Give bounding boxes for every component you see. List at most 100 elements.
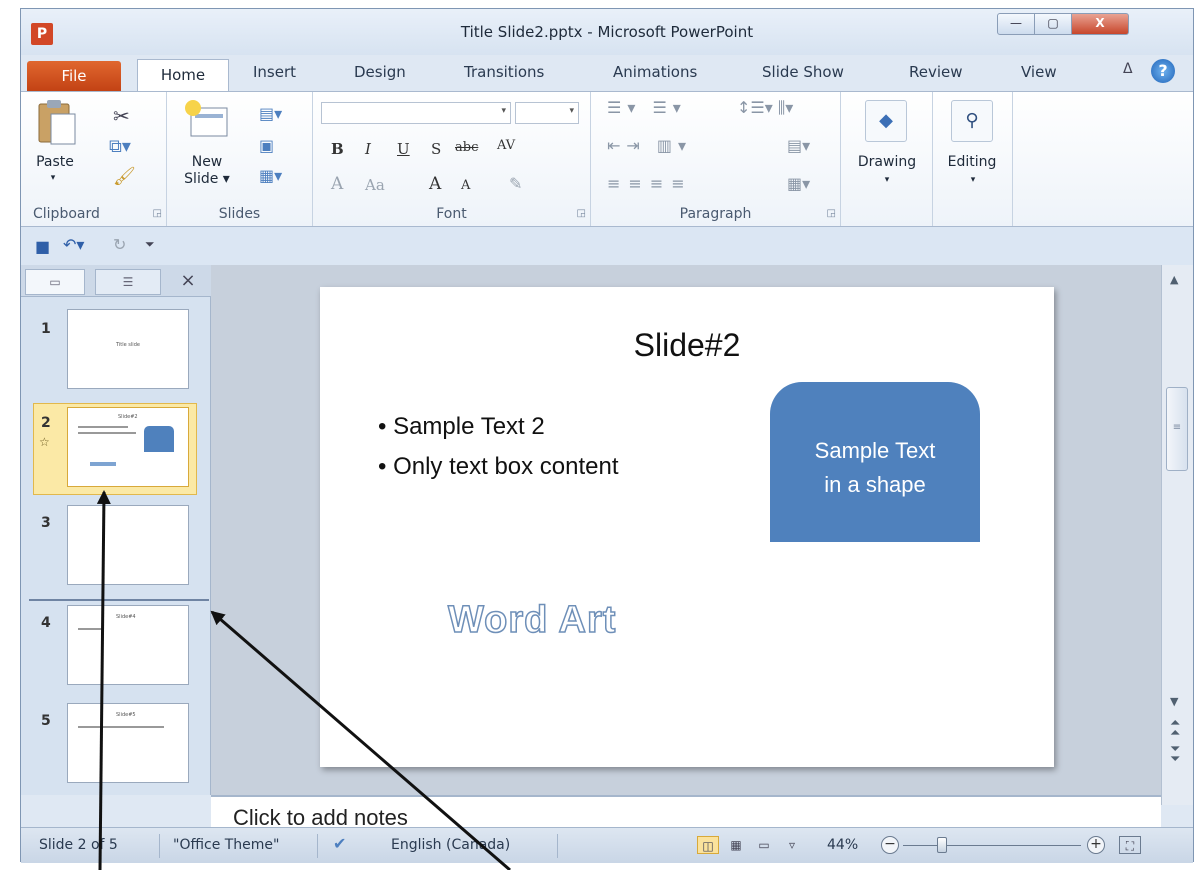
editing-group: ⚲ Editing ▾: [933, 92, 1013, 226]
underline-button[interactable]: U: [397, 140, 410, 158]
copy-icon[interactable]: ⧉▾: [109, 136, 131, 157]
format-painter-icon[interactable]: 🖌: [113, 166, 136, 187]
reading-view-icon[interactable]: ▭: [753, 836, 775, 854]
thumbnail-title-5: Slide#5: [116, 712, 136, 718]
wordart-text[interactable]: Word Art: [447, 598, 616, 642]
pane-tabs: ▭ ☰ ×: [21, 265, 211, 297]
layout-icon[interactable]: ▤▾: [259, 104, 282, 123]
language-indicator[interactable]: English (Canada): [391, 837, 510, 853]
tab-slide-show[interactable]: Slide Show: [762, 63, 844, 81]
theme-name[interactable]: "Office Theme": [173, 837, 279, 853]
new-slide-label[interactable]: New: [177, 154, 237, 171]
change-case-button[interactable]: Aa: [365, 176, 385, 194]
paste-icon[interactable]: [37, 98, 77, 146]
slide-show-icon[interactable]: ▿: [781, 836, 803, 854]
reset-icon[interactable]: ▣: [259, 136, 274, 155]
scroll-up-icon[interactable]: ▲: [1170, 273, 1178, 286]
grow-font-button[interactable]: A: [429, 174, 441, 194]
normal-view-icon[interactable]: ◫: [697, 836, 719, 854]
save-icon[interactable]: ■: [35, 237, 50, 256]
drawing-dropdown-icon[interactable]: ▾: [881, 172, 893, 189]
clipboard-launcher-icon[interactable]: ◲: [153, 208, 162, 219]
font-size-combo[interactable]: ▾: [515, 102, 579, 124]
italic-button[interactable]: I: [365, 140, 371, 158]
shape-text-line-2: in a shape: [824, 472, 926, 497]
slides-tab-icon[interactable]: ▭: [25, 269, 85, 295]
font-name-combo[interactable]: ▾: [321, 102, 511, 124]
alignment-icons[interactable]: ≡≡≡≡: [607, 174, 693, 193]
slides-group: New Slide ▾ ▤▾ ▣ ▦▾ Slides: [167, 92, 313, 226]
close-pane-icon[interactable]: ×: [171, 269, 205, 295]
tab-home[interactable]: Home: [137, 59, 229, 91]
section-icon[interactable]: ▦▾: [259, 166, 282, 185]
spell-check-icon[interactable]: ✔: [333, 834, 346, 853]
tab-design[interactable]: Design: [354, 63, 406, 81]
paste-button[interactable]: Paste: [29, 154, 81, 171]
thumbnail-bullet-line: [78, 726, 164, 728]
slide-thumbnail-4[interactable]: Slide#4: [67, 605, 189, 685]
zoom-out-icon[interactable]: −: [881, 836, 899, 854]
character-spacing-button[interactable]: AV: [497, 138, 515, 153]
outline-tab-icon[interactable]: ☰: [95, 269, 161, 295]
redo-icon[interactable]: ↻: [113, 235, 126, 254]
shadow-button[interactable]: S: [431, 140, 441, 158]
shrink-font-button[interactable]: A: [461, 178, 470, 193]
zoom-level[interactable]: 44%: [827, 837, 858, 853]
vertical-scrollbar[interactable]: ▲ ≡ ▼ ⏶ ⏶ ⏷ ⏷: [1161, 265, 1193, 805]
scroll-down-icon[interactable]: ▼: [1170, 695, 1178, 708]
tab-insert[interactable]: Insert: [253, 63, 296, 81]
tab-transitions[interactable]: Transitions: [464, 63, 544, 81]
zoom-slider-track[interactable]: [903, 845, 1081, 846]
font-color-button[interactable]: A: [331, 174, 343, 194]
font-launcher-icon[interactable]: ◲: [577, 208, 586, 219]
undo-icon[interactable]: ↶▾: [63, 235, 84, 254]
previous-slide-icon[interactable]: ⏶ ⏶: [1170, 717, 1180, 740]
clear-formatting-icon[interactable]: ✎: [509, 174, 522, 193]
status-separator: [557, 834, 558, 858]
tab-view[interactable]: View: [1021, 63, 1057, 81]
slide-sorter-icon[interactable]: ▦: [725, 836, 747, 854]
bold-button[interactable]: B: [331, 140, 344, 158]
tab-review[interactable]: Review: [909, 63, 963, 81]
zoom-slider-thumb[interactable]: [937, 837, 947, 853]
slide-canvas[interactable]: Slide#2 Sample Text 2 Only text box cont…: [320, 287, 1054, 767]
minimize-button[interactable]: —: [997, 13, 1035, 35]
help-icon[interactable]: ?: [1151, 59, 1175, 83]
align-text-icon[interactable]: ▤▾: [787, 136, 810, 155]
zoom-in-icon[interactable]: +: [1087, 836, 1105, 854]
minimize-ribbon-icon[interactable]: ᐃ: [1123, 61, 1133, 77]
slide-title[interactable]: Slide#2: [320, 327, 1054, 364]
drawing-button[interactable]: Drawing: [847, 154, 927, 171]
bullets-icon[interactable]: ☰▾ ☰▾: [607, 98, 687, 117]
rounded-rectangle-shape[interactable]: Sample Text in a shape: [770, 382, 980, 542]
notes-pane[interactable]: Click to add notes: [211, 795, 1161, 830]
paste-dropdown-icon[interactable]: ▾: [47, 170, 59, 187]
close-button[interactable]: X: [1071, 13, 1129, 35]
fit-to-window-icon[interactable]: ⛶: [1119, 836, 1141, 854]
maximize-button[interactable]: ▢: [1034, 13, 1072, 35]
bullet-list[interactable]: Sample Text 2 Only text box content: [378, 407, 618, 487]
scroll-thumb[interactable]: ≡: [1166, 387, 1188, 471]
slide-thumbnail-1[interactable]: Title slide: [67, 309, 189, 389]
slide-thumbnail-5[interactable]: Slide#5: [67, 703, 189, 783]
paragraph-launcher-icon[interactable]: ◲: [827, 208, 836, 219]
tab-animations[interactable]: Animations: [613, 63, 697, 81]
tab-file[interactable]: File: [27, 61, 121, 91]
thumbnail-bullet-line: [78, 432, 136, 434]
indent-icons[interactable]: ⇤⇥ ▥▾: [607, 136, 692, 155]
slide-thumbnail-2[interactable]: Slide#2: [67, 407, 189, 487]
binoculars-icon[interactable]: ⚲: [951, 100, 993, 142]
new-slide-dropdown[interactable]: Slide ▾: [177, 171, 237, 188]
line-spacing-icon[interactable]: ↕☰▾ ⫼▾: [737, 98, 793, 118]
slide-thumbnail-3[interactable]: [67, 505, 189, 585]
smartart-icon[interactable]: ▦▾: [787, 174, 810, 193]
strikethrough-button[interactable]: abc: [455, 140, 478, 155]
editing-button[interactable]: Editing: [935, 154, 1009, 171]
cut-icon[interactable]: ✂: [113, 104, 130, 128]
editing-dropdown-icon[interactable]: ▾: [967, 172, 979, 189]
shapes-icon[interactable]: ◆: [865, 100, 907, 142]
ribbon-tabs: File Home Insert Design Transitions Anim…: [21, 55, 1193, 91]
new-slide-icon[interactable]: [183, 98, 231, 140]
next-slide-icon[interactable]: ⏷ ⏷: [1170, 743, 1180, 766]
customize-qat-icon[interactable]: ⏷: [145, 237, 155, 252]
